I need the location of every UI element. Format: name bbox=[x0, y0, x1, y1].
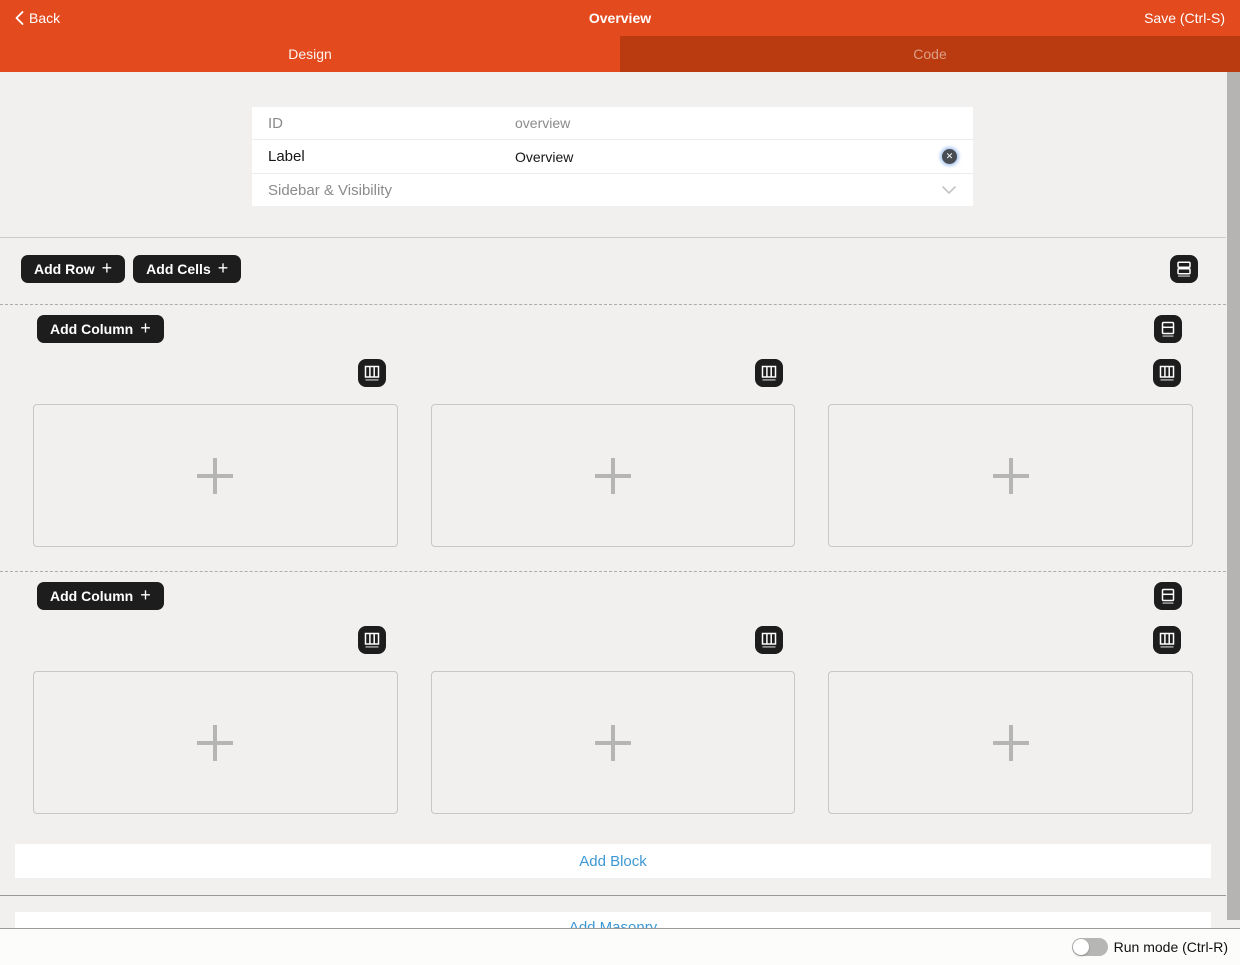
page-title: Overview bbox=[0, 10, 1240, 26]
empty-cell[interactable] bbox=[33, 404, 398, 547]
add-content-plus-icon bbox=[595, 725, 631, 761]
id-label: ID bbox=[268, 115, 515, 132]
columns-layout-icon[interactable] bbox=[755, 626, 783, 654]
app-header: Back Overview Save (Ctrl-S) bbox=[0, 0, 1240, 36]
columns-layout-icon[interactable] bbox=[1153, 626, 1181, 654]
columns-layout-icon[interactable] bbox=[358, 626, 386, 654]
add-column-label: Add Column bbox=[50, 321, 133, 337]
empty-cell[interactable] bbox=[828, 404, 1193, 547]
plus-icon: + bbox=[218, 259, 229, 277]
plus-icon: + bbox=[102, 259, 113, 277]
id-value: overview bbox=[515, 115, 957, 131]
add-block-button[interactable]: Add Block bbox=[15, 844, 1211, 878]
tab-bar: Design Code bbox=[0, 36, 1240, 72]
tab-code[interactable]: Code bbox=[620, 36, 1240, 72]
save-button[interactable]: Save (Ctrl-S) bbox=[1144, 10, 1225, 26]
property-row-label[interactable]: Label Overview ✕ bbox=[252, 140, 973, 174]
scrollbar-thumb[interactable] bbox=[1227, 72, 1240, 920]
toggle-knob bbox=[1073, 939, 1089, 955]
add-content-plus-icon bbox=[197, 458, 233, 494]
label-value-input[interactable]: Overview bbox=[515, 149, 942, 165]
property-row-id[interactable]: ID overview bbox=[252, 107, 973, 140]
add-content-plus-icon bbox=[993, 725, 1029, 761]
row-section: Add Column + bbox=[0, 304, 1226, 571]
run-mode-label: Run mode (Ctrl-R) bbox=[1114, 939, 1228, 955]
plus-icon: + bbox=[140, 586, 151, 604]
layout-toolbar: Add Row + Add Cells + bbox=[0, 238, 1226, 304]
add-row-button[interactable]: Add Row + bbox=[21, 255, 125, 283]
add-content-plus-icon bbox=[197, 725, 233, 761]
columns-layout-icon[interactable] bbox=[1153, 359, 1181, 387]
back-label: Back bbox=[29, 10, 60, 26]
status-bar: Run mode (Ctrl-R) bbox=[0, 928, 1240, 965]
back-button[interactable]: Back bbox=[15, 10, 60, 26]
label-label: Label bbox=[268, 148, 515, 165]
vertical-scrollbar[interactable] bbox=[1226, 72, 1240, 929]
tab-design[interactable]: Design bbox=[0, 36, 620, 72]
row-section: Add Column + bbox=[0, 571, 1226, 814]
rows-layout-icon[interactable] bbox=[1170, 255, 1198, 283]
design-canvas: ID overview Label Overview ✕ Sidebar & V… bbox=[0, 72, 1240, 929]
add-column-button[interactable]: Add Column + bbox=[37, 582, 164, 610]
chevron-left-icon bbox=[15, 11, 24, 25]
add-row-label: Add Row bbox=[34, 261, 95, 277]
empty-cell[interactable] bbox=[33, 671, 398, 814]
empty-cell[interactable] bbox=[431, 671, 796, 814]
property-row-sidebar-visibility[interactable]: Sidebar & Visibility bbox=[252, 174, 973, 206]
add-cells-label: Add Cells bbox=[146, 261, 211, 277]
add-content-plus-icon bbox=[595, 458, 631, 494]
page-properties-panel: ID overview Label Overview ✕ Sidebar & V… bbox=[252, 107, 973, 206]
add-column-button[interactable]: Add Column + bbox=[37, 315, 164, 343]
add-cells-button[interactable]: Add Cells + bbox=[133, 255, 241, 283]
clear-label-icon[interactable]: ✕ bbox=[942, 149, 957, 164]
empty-cell[interactable] bbox=[431, 404, 796, 547]
run-mode-toggle[interactable] bbox=[1072, 938, 1108, 956]
sidebar-visibility-label: Sidebar & Visibility bbox=[268, 182, 941, 199]
row-settings-icon[interactable] bbox=[1154, 582, 1182, 610]
plus-icon: + bbox=[140, 319, 151, 337]
empty-cell[interactable] bbox=[828, 671, 1193, 814]
columns-layout-icon[interactable] bbox=[358, 359, 386, 387]
add-masonry-button[interactable]: Add Masonry bbox=[15, 912, 1211, 929]
row-settings-icon[interactable] bbox=[1154, 315, 1182, 343]
add-content-plus-icon bbox=[993, 458, 1029, 494]
chevron-down-icon[interactable] bbox=[941, 185, 957, 195]
section-divider bbox=[0, 895, 1226, 896]
add-column-label: Add Column bbox=[50, 588, 133, 604]
columns-layout-icon[interactable] bbox=[755, 359, 783, 387]
